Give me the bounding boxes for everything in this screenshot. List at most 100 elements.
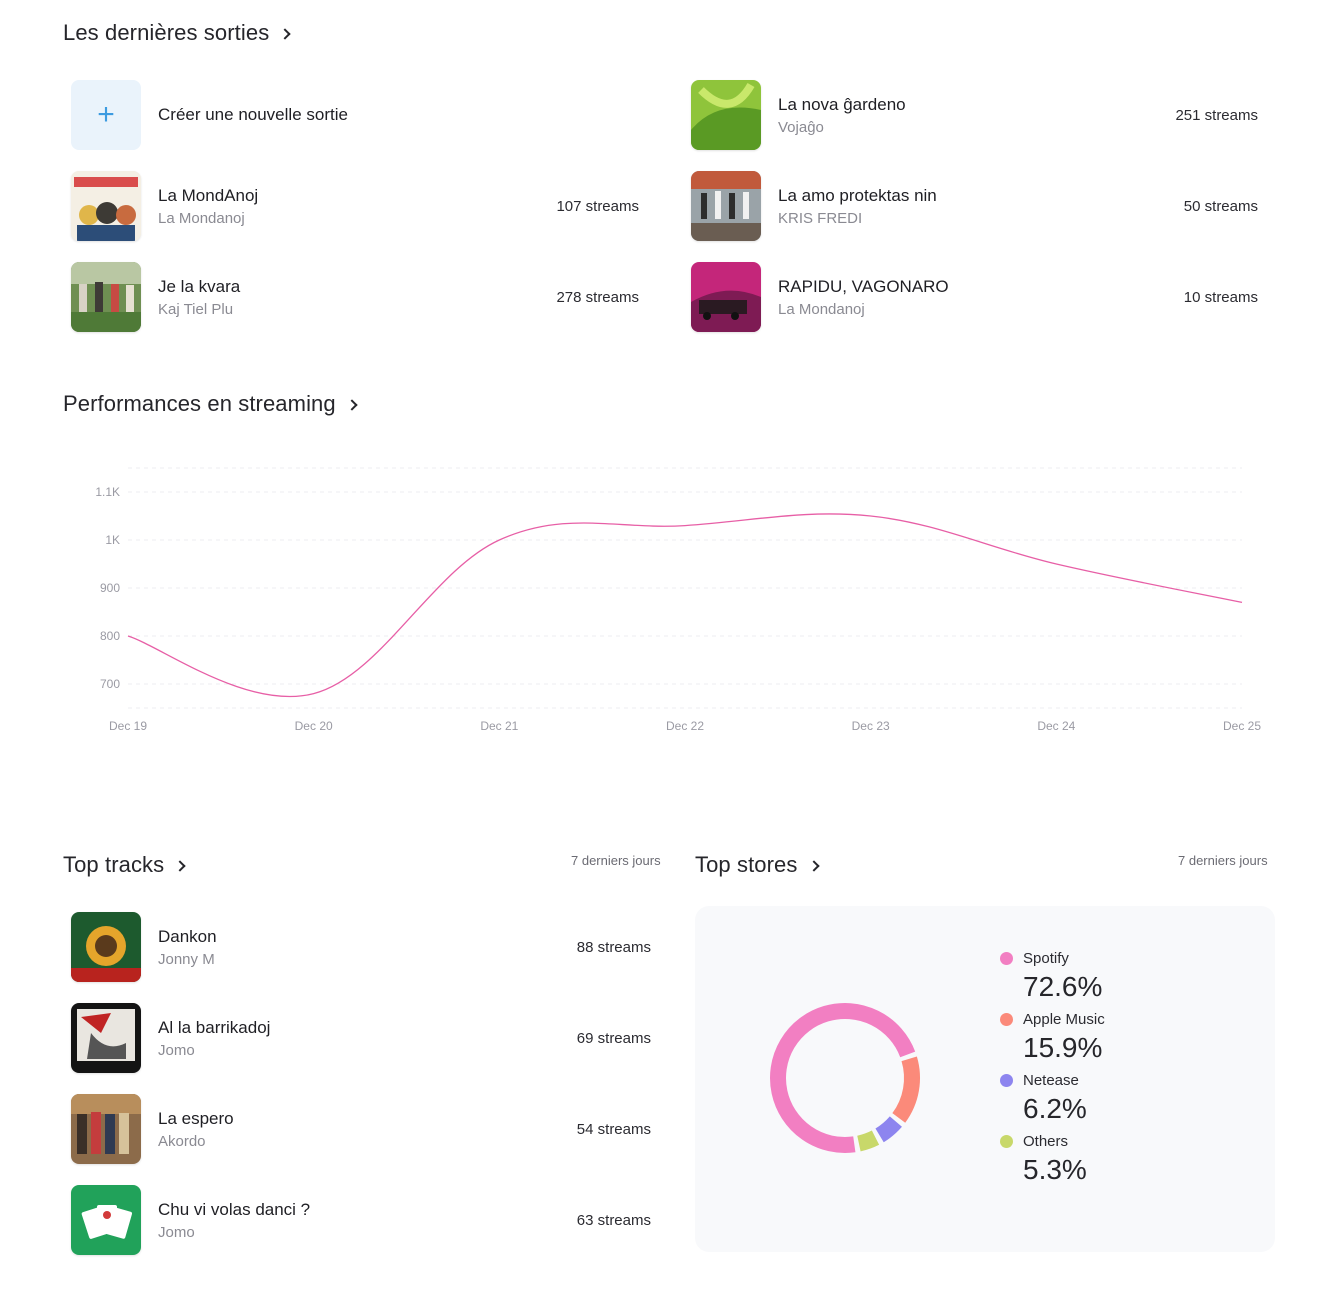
release-cover [691, 171, 761, 241]
release-item[interactable]: La MondAnoj La Mondanoj 107 streams [71, 170, 639, 242]
x-tick-label: Dec 23 [852, 719, 890, 733]
y-tick-label: 900 [100, 581, 120, 595]
track-streams: 69 streams [576, 1029, 651, 1047]
x-tick-label: Dec 22 [666, 719, 704, 733]
x-tick-label: Dec 25 [1223, 719, 1261, 733]
y-tick-label: 700 [100, 677, 120, 691]
x-tick-label: Dec 24 [1037, 719, 1075, 733]
track-title: Al la barrikadoj [158, 1017, 271, 1037]
netease-dot [1000, 1074, 1013, 1087]
top-stores-period: 7 derniers jours [1178, 853, 1268, 868]
track-artist: Jomo [158, 1223, 195, 1241]
y-tick-label: 1.1K [95, 485, 120, 499]
release-cover [71, 171, 141, 241]
track-cover [71, 1185, 141, 1255]
release-cover [71, 262, 141, 332]
release-artist: Kaj Tiel Plu [158, 300, 234, 318]
apple-music-dot [1000, 1013, 1013, 1026]
series-line [127, 513, 1243, 698]
release-title: RAPIDU, VAGONARO [778, 276, 949, 296]
legend-value: 15.9% [1023, 1032, 1103, 1063]
chevron-right-icon [279, 27, 291, 40]
stores-donut-chart [770, 1003, 920, 1153]
track-streams: 54 streams [576, 1120, 651, 1138]
track-streams: 88 streams [576, 938, 651, 956]
track-item[interactable]: La espero Akordo 54 streams [71, 1093, 651, 1165]
track-title: La espero [158, 1108, 234, 1128]
releases-title-link[interactable]: Les dernières sorties [63, 20, 291, 46]
x-tick-label: Dec 20 [295, 719, 333, 733]
streaming-chart: 700 800 900 1K 1.1K Dec 19 Dec 20 Dec 21 Dec 22 D… [60, 440, 1280, 750]
track-artist: Akordo [158, 1132, 206, 1150]
create-release-label: Créer une nouvelle sortie [158, 105, 348, 124]
y-tick-label: 1K [105, 533, 120, 547]
donut-slice-netease [875, 1116, 902, 1143]
track-artist: Jomo [158, 1041, 195, 1059]
release-streams: 10 streams [1183, 288, 1258, 306]
track-artist: Jonny M [158, 950, 215, 968]
release-streams: 107 streams [556, 197, 639, 215]
legend-item-spotify: Spotify 72.6% [1000, 950, 1105, 1003]
release-streams: 278 streams [556, 288, 639, 306]
legend-label: Spotify [1023, 950, 1069, 967]
release-artist: KRIS FREDI [778, 209, 863, 227]
track-cover [71, 912, 141, 982]
legend-label: Apple Music [1023, 1011, 1105, 1028]
legend-label: Netease [1023, 1072, 1079, 1089]
release-streams: 50 streams [1183, 197, 1258, 215]
top-tracks-title: Top tracks [63, 852, 165, 877]
plus-icon: + [97, 98, 115, 131]
track-item[interactable]: Dankon Jonny M 88 streams [71, 911, 651, 983]
track-item[interactable]: Chu vi volas danci ? Jomo 63 streams [71, 1184, 651, 1256]
track-title: Dankon [158, 926, 217, 946]
release-artist: La Mondanoj [778, 300, 865, 318]
chevron-right-icon [174, 859, 186, 872]
top-stores-title: Top stores [695, 852, 798, 877]
release-streams: 251 streams [1175, 106, 1258, 124]
release-cover [691, 80, 761, 150]
track-cover [71, 1003, 141, 1073]
legend-item-apple-music: Apple Music 15.9% [1000, 1011, 1105, 1064]
donut-slice-apple-music [892, 1056, 920, 1123]
spotify-dot [1000, 952, 1013, 965]
release-item[interactable]: RAPIDU, VAGONARO La Mondanoj 10 streams [691, 261, 1258, 333]
release-title: La MondAnoj [158, 185, 259, 205]
performance-title-link[interactable]: Performances en streaming [63, 391, 358, 417]
streaming-line-chart: 700 800 900 1K 1.1K Dec 19 Dec 20 Dec 21 Dec 22 D… [95, 467, 1261, 733]
x-tick-label: Dec 21 [480, 719, 518, 733]
stores-legend: Spotify 72.6% Apple Music 15.9% Netease … [1000, 950, 1105, 1194]
track-cover [71, 1094, 141, 1164]
top-tracks-title-link[interactable]: Top tracks [63, 852, 186, 878]
legend-value: 72.6% [1023, 971, 1103, 1002]
release-title: Je la kvara [158, 276, 241, 296]
y-tick-label: 800 [100, 629, 120, 643]
track-title: Chu vi volas danci ? [158, 1199, 311, 1219]
performance-title: Performances en streaming [63, 391, 336, 416]
releases-title: Les dernières sorties [63, 20, 270, 45]
release-title: La nova ĝardeno [778, 94, 906, 114]
donut-slice-others [857, 1130, 880, 1152]
chevron-right-icon [807, 859, 820, 872]
legend-label: Others [1023, 1133, 1069, 1150]
release-item[interactable]: Je la kvara Kaj Tiel Plu 278 streams [71, 261, 639, 333]
create-release-row[interactable]: + Créer une nouvelle sortie [71, 79, 641, 151]
release-artist: La Mondanoj [158, 209, 245, 227]
create-release-button[interactable]: + [71, 80, 141, 150]
track-streams: 63 streams [576, 1211, 651, 1229]
top-stores-card: Spotify 72.6% Apple Music 15.9% Netease … [695, 906, 1275, 1252]
release-item[interactable]: La amo protektas nin KRIS FREDI 50 strea… [691, 170, 1258, 242]
top-tracks-period: 7 derniers jours [571, 853, 661, 868]
x-tick-label: Dec 19 [109, 719, 147, 733]
top-stores-title-link[interactable]: Top stores [695, 852, 820, 878]
track-item[interactable]: Al la barrikadoj Jomo 69 streams [71, 1002, 651, 1074]
chevron-right-icon [346, 398, 358, 411]
legend-item-netease: Netease 6.2% [1000, 1072, 1105, 1125]
release-cover [691, 262, 761, 332]
release-artist: Vojaĝo [778, 118, 824, 136]
legend-value: 6.2% [1023, 1093, 1087, 1124]
legend-item-others: Others 5.3% [1000, 1133, 1105, 1186]
others-dot [1000, 1135, 1013, 1148]
release-item[interactable]: La nova ĝardeno Vojaĝo 251 streams [691, 79, 1258, 151]
legend-value: 5.3% [1023, 1154, 1087, 1185]
release-title: La amo protektas nin [778, 185, 937, 205]
